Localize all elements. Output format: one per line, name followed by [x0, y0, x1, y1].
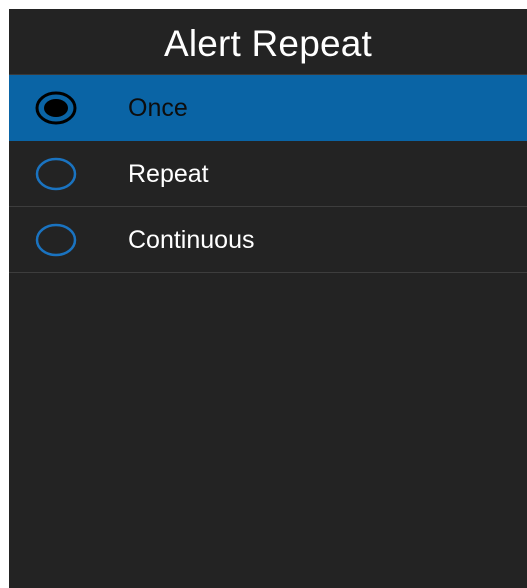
alert-repeat-options: Once Repeat Continuous: [9, 75, 527, 273]
radio-selected-icon[interactable]: [35, 91, 77, 125]
option-label: Once: [128, 94, 188, 122]
option-repeat[interactable]: Repeat: [9, 141, 527, 207]
option-label: Continuous: [128, 226, 255, 254]
alert-repeat-screen: Alert Repeat Once Repeat Continuous: [9, 9, 527, 588]
option-once[interactable]: Once: [9, 75, 527, 141]
option-continuous[interactable]: Continuous: [9, 207, 527, 273]
option-label: Repeat: [128, 160, 209, 188]
page-title: Alert Repeat: [9, 9, 527, 75]
radio-unselected-icon[interactable]: [35, 157, 77, 191]
radio-unselected-icon[interactable]: [35, 223, 77, 257]
